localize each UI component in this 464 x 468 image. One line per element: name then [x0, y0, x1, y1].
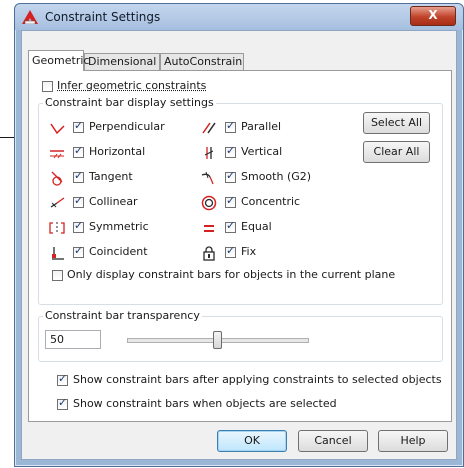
fix-label: Fix — [241, 245, 257, 258]
show-after-applying-checkbox[interactable] — [57, 372, 68, 386]
tab-autoconstrain[interactable]: AutoConstrain — [160, 53, 244, 70]
collinear-label: Collinear — [89, 195, 138, 208]
infer-label: Infer geometric constraints — [57, 79, 207, 92]
display-group-legend: Constraint bar display settings — [43, 96, 216, 109]
tangent-icon — [51, 171, 63, 186]
parallel-icon — [202, 122, 216, 134]
coincident-checkbox[interactable] — [73, 244, 84, 258]
infer-checkbox[interactable] — [42, 81, 53, 92]
tangent-label: Tangent — [89, 170, 133, 183]
coincident-label: Coincident — [89, 245, 148, 258]
constraint-bar-display-group: Constraint bar display settings Perpendi… — [38, 96, 443, 305]
geometric-tab-panel: Infer geometric constraints Constraint b… — [28, 70, 452, 422]
tab-geometric[interactable]: Geometric — [28, 50, 89, 71]
dialog-window: Constraint Settings X Geometric Dimensio… — [14, 3, 464, 467]
perpendicular-checkbox[interactable] — [73, 119, 84, 133]
concentric-checkbox[interactable] — [225, 194, 236, 208]
horizontal-icon — [50, 150, 64, 159]
button-bar: OK Cancel Help — [22, 423, 456, 459]
perpendicular-label: Perpendicular — [89, 120, 165, 133]
horizontal-label: Horizontal — [89, 145, 146, 158]
fix-lock-icon — [203, 246, 215, 261]
cancel-button[interactable]: Cancel — [298, 430, 368, 452]
symmetric-checkbox[interactable] — [73, 219, 84, 233]
parallel-checkbox[interactable] — [225, 119, 236, 133]
clear-all-button[interactable]: Clear All — [363, 141, 430, 163]
tab-dimensional[interactable]: Dimensional — [84, 53, 160, 70]
horizontal-checkbox[interactable] — [73, 144, 84, 158]
equal-label: Equal — [241, 220, 272, 233]
only-current-plane-label: Only display constraint bars for objects… — [67, 268, 396, 281]
select-all-button[interactable]: Select All — [363, 112, 430, 134]
show-after-applying-label: Show constraint bars after applying cons… — [73, 373, 442, 386]
equal-checkbox[interactable] — [225, 219, 236, 233]
ok-button[interactable]: OK — [217, 430, 287, 452]
vertical-icon — [204, 147, 214, 159]
title-bar[interactable]: Constraint Settings X — [15, 4, 463, 30]
show-when-selected-checkbox[interactable] — [57, 396, 68, 410]
dialog-client-area: Geometric Dimensional AutoConstrain Infe… — [21, 30, 457, 460]
help-button[interactable]: Help — [378, 430, 448, 452]
vertical-label: Vertical — [241, 145, 283, 158]
equal-icon — [204, 225, 214, 232]
close-button[interactable]: X — [410, 6, 456, 26]
constraint-bar-transparency-group: Constraint bar transparency 50 — [38, 309, 443, 362]
symmetric-icon — [49, 222, 65, 234]
perpendicular-icon — [50, 123, 65, 135]
transparency-group-legend: Constraint bar transparency — [43, 309, 202, 322]
concentric-label: Concentric — [241, 195, 301, 208]
only-current-plane-checkbox[interactable] — [52, 270, 63, 281]
smooth-checkbox[interactable] — [225, 169, 236, 183]
transparency-value-input[interactable]: 50 — [45, 330, 101, 349]
tangent-checkbox[interactable] — [73, 169, 84, 183]
collinear-icon — [50, 197, 65, 208]
autocad-app-icon — [22, 10, 38, 24]
window-title: Constraint Settings — [45, 10, 161, 24]
symmetric-label: Symmetric — [89, 220, 149, 233]
concentric-icon — [201, 195, 217, 211]
coincident-icon — [52, 247, 64, 260]
parallel-label: Parallel — [241, 120, 282, 133]
fix-checkbox[interactable] — [225, 244, 236, 258]
transparency-slider-thumb[interactable] — [213, 331, 222, 349]
collinear-checkbox[interactable] — [73, 194, 84, 208]
vertical-checkbox[interactable] — [225, 144, 236, 158]
smooth-label: Smooth (G2) — [241, 170, 312, 183]
smooth-icon — [201, 171, 214, 185]
show-when-selected-label: Show constraint bars when objects are se… — [73, 397, 337, 410]
